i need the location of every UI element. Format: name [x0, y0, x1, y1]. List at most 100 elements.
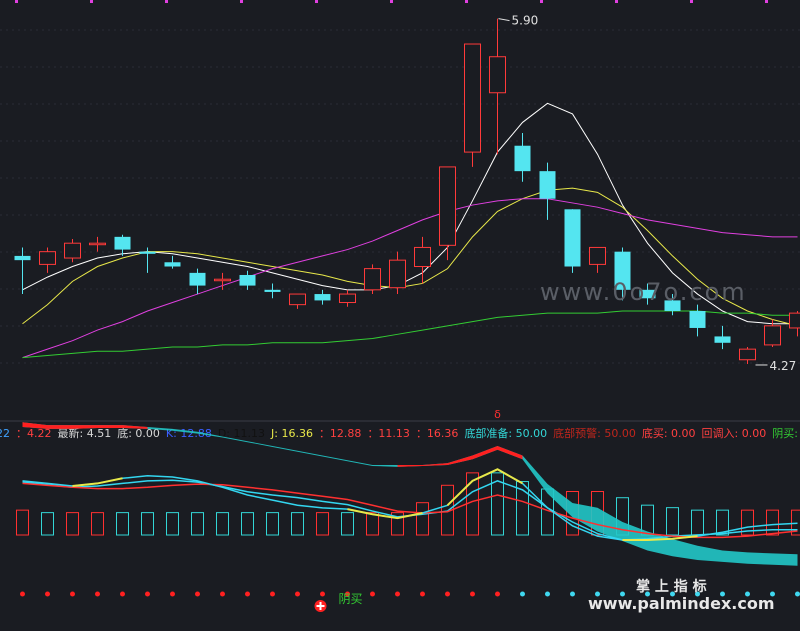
- indicator-bar: [142, 513, 154, 535]
- candlesticks: [15, 19, 800, 364]
- top-tick: [240, 0, 243, 3]
- signal-dot: [295, 592, 300, 597]
- high-price-label: 5.90: [512, 14, 539, 28]
- signal-dot: [570, 592, 575, 597]
- legend-item: J: 16.36: [270, 427, 313, 440]
- legend-item: ：11.13: [367, 427, 410, 440]
- legend-item: 22: [0, 427, 10, 440]
- indicator-bar: [342, 513, 354, 535]
- candle-body: [715, 336, 731, 342]
- signal-dot: [45, 592, 50, 597]
- ribbon-band: [523, 456, 798, 566]
- watermark-bottom-cn: 掌 上 指 标: [636, 576, 707, 596]
- signal-dot: [270, 592, 275, 597]
- kline-indicator-chart: 5.90 4.27 22：4.22最新: 4.51底: 0.00K: 12.88…: [0, 0, 800, 627]
- top-tick: [390, 0, 393, 3]
- signal-dot: [545, 592, 550, 597]
- candle-body: [240, 275, 256, 286]
- indicator-bar: [242, 513, 254, 535]
- signal-dot: [370, 592, 375, 597]
- candle-body: [440, 167, 456, 245]
- legend-item: ：12.88: [319, 427, 362, 440]
- grid: [0, 0, 800, 421]
- signal-dot: [145, 592, 150, 597]
- legend-item: ：4.22: [16, 427, 52, 440]
- signal-dot: [320, 592, 325, 597]
- top-tick: [90, 0, 93, 3]
- top-tick: [615, 0, 618, 3]
- signal-dot: [470, 592, 475, 597]
- candle-body: [340, 294, 356, 302]
- candle-body: [415, 247, 431, 266]
- signal-dot: [445, 592, 450, 597]
- signal-dot: [220, 592, 225, 597]
- top-tick: [540, 0, 543, 3]
- signal-dot: [170, 592, 175, 597]
- indicator-bar: [367, 513, 379, 535]
- signal-dot: [20, 592, 25, 597]
- top-tick: [765, 0, 768, 3]
- candle-body: [190, 273, 206, 286]
- top-tick: [690, 0, 693, 3]
- top-tick: [465, 0, 468, 3]
- candle-body: [215, 279, 231, 281]
- legend-item: 回调入: 0.00: [702, 427, 767, 440]
- indicator-bar: [117, 513, 129, 535]
- candle-body: [590, 247, 606, 264]
- candle-body: [765, 326, 781, 345]
- indicator-bar: [217, 513, 229, 535]
- ribbon-band-red: [23, 422, 148, 429]
- indicator-bar: [692, 510, 704, 535]
- candle-body: [115, 237, 131, 250]
- indicator-legend: 22：4.22最新: 4.51底: 0.00K: 12.88D: 11.13J:…: [0, 408, 800, 440]
- candle-body: [165, 262, 181, 266]
- candle-body: [490, 57, 506, 93]
- top-tick: [165, 0, 168, 3]
- top-marker: δ: [494, 408, 501, 421]
- legend-item: 底部准备: 50.00: [464, 426, 547, 440]
- signal-dot: [195, 592, 200, 597]
- indicator-bar: [417, 503, 429, 535]
- indicator-bar: [92, 513, 104, 535]
- indicator-bar: [67, 513, 79, 535]
- candle-body: [740, 349, 756, 360]
- candle-body: [290, 294, 306, 305]
- watermark-bottom-url: www.palmindex.com: [588, 594, 775, 613]
- kdj-highlight: [448, 469, 523, 505]
- watermark-center: www.0o7o.com: [540, 278, 747, 306]
- high-price-arrow: [499, 19, 510, 21]
- candle-body: [465, 44, 481, 152]
- top-tick: [315, 0, 318, 3]
- signal-dot: [395, 592, 400, 597]
- indicator-bar: [192, 513, 204, 535]
- low-price-label: 4.27: [770, 359, 797, 373]
- legend-item: 底买: 0.00: [642, 426, 696, 440]
- indicator-bar: [42, 513, 54, 535]
- signal-dot: [520, 592, 525, 597]
- legend-item: ：16.36: [416, 427, 459, 440]
- candle-body: [265, 290, 281, 292]
- indicator-bar: [267, 513, 279, 535]
- kdj-line-d: [23, 483, 798, 537]
- signal-dot: [95, 592, 100, 597]
- candle-body: [565, 209, 581, 266]
- signal-dot: [495, 592, 500, 597]
- chart-stage: 5.90 4.27 22：4.22最新: 4.51底: 0.00K: 12.88…: [0, 0, 800, 627]
- candle-body: [65, 243, 81, 258]
- signal-text: 阴买: [339, 592, 363, 606]
- signal-dot: [420, 592, 425, 597]
- candle-body: [790, 313, 800, 328]
- candle-body: [390, 260, 406, 288]
- indicator-bar: [292, 513, 304, 535]
- indicator-bar: [317, 513, 329, 535]
- ribbon-band-red: [398, 446, 523, 467]
- kdj-line-k: [23, 480, 798, 540]
- candle-body: [40, 252, 56, 265]
- indicator-bar: [767, 510, 779, 535]
- candle-body: [540, 171, 556, 199]
- signal-dot: [120, 592, 125, 597]
- kdj-lines: [23, 469, 798, 540]
- indicator-bar: [17, 510, 29, 535]
- candle-body: [515, 146, 531, 171]
- legend-item: 阴买: 0.0: [772, 427, 800, 440]
